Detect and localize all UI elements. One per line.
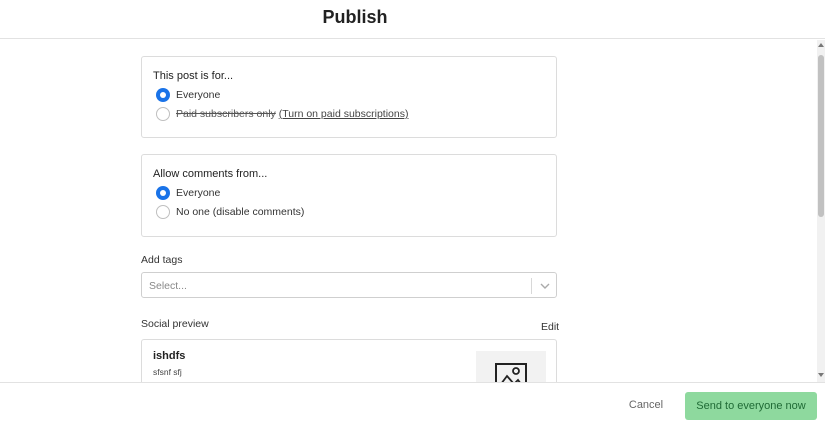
publish-footer: Cancel Send to everyone now (0, 382, 825, 427)
social-preview-label: Social preview (141, 318, 209, 330)
page-title: Publish (322, 7, 388, 27)
publish-settings-panel: This post is for... Everyone Paid subscr… (0, 40, 825, 382)
chevron-down-icon[interactable] (538, 279, 552, 293)
add-tags-label: Add tags (141, 254, 183, 266)
tags-select-placeholder: Select... (149, 280, 187, 292)
audience-title: This post is for... (153, 70, 234, 82)
comments-option-everyone[interactable]: Everyone (156, 185, 220, 201)
radio-unchecked-icon[interactable] (156, 205, 170, 219)
comments-title: Allow comments from... (153, 168, 268, 180)
image-icon (495, 363, 527, 382)
paid-subscribers-label: Paid subscribers only (176, 108, 276, 120)
edit-social-preview-link[interactable]: Edit (541, 321, 559, 333)
comments-card: Allow comments from... Everyone No one (… (141, 154, 557, 237)
preview-title: ishdfs (153, 350, 186, 362)
audience-option-paid[interactable]: Paid subscribers only (Turn on paid subs… (156, 106, 408, 122)
scrollbar-thumb[interactable] (818, 55, 824, 217)
scroll-down-arrow-icon[interactable] (818, 373, 824, 377)
radio-unchecked-icon[interactable] (156, 107, 170, 121)
vertical-scrollbar[interactable] (817, 40, 825, 382)
social-preview-card: ishdfs sfsnf sfj (141, 339, 557, 382)
radio-label: No one (disable comments) (176, 206, 305, 218)
radio-label: Paid subscribers only (Turn on paid subs… (176, 108, 408, 120)
cancel-button[interactable]: Cancel (617, 393, 675, 417)
audience-card: This post is for... Everyone Paid subscr… (141, 56, 557, 138)
radio-label: Everyone (176, 89, 221, 101)
turn-on-paid-subscriptions-link[interactable]: (Turn on paid subscriptions) (279, 108, 409, 120)
select-divider (531, 278, 532, 294)
radio-checked-icon[interactable] (156, 88, 170, 102)
preview-image-placeholder (476, 351, 546, 382)
send-to-everyone-button[interactable]: Send to everyone now (685, 392, 817, 420)
scroll-up-arrow-icon[interactable] (818, 43, 824, 47)
publish-header: Publish (0, 0, 825, 39)
comments-option-no-one[interactable]: No one (disable comments) (156, 204, 304, 220)
preview-subtitle: sfsnf sfj (153, 367, 182, 377)
radio-checked-icon[interactable] (156, 186, 170, 200)
tags-select[interactable]: Select... (141, 272, 557, 298)
radio-label: Everyone (176, 187, 221, 199)
audience-option-everyone[interactable]: Everyone (156, 87, 220, 103)
